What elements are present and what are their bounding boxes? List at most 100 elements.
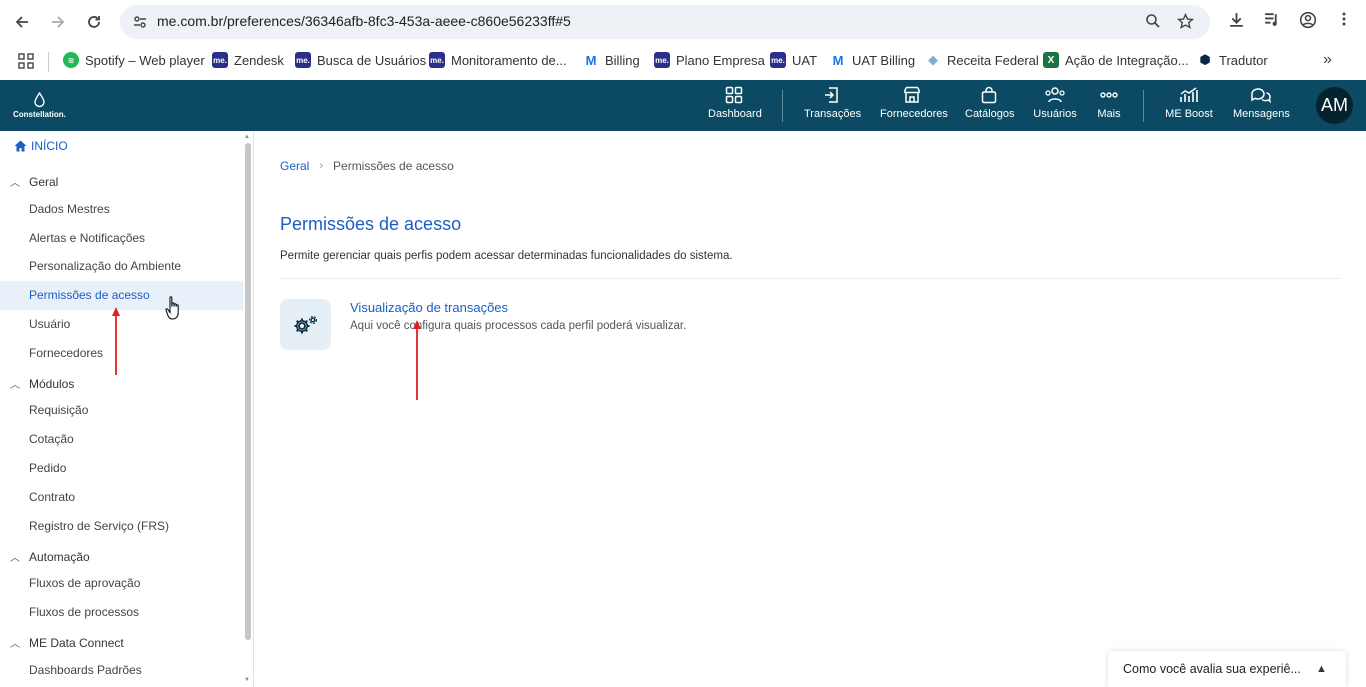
messages-icon: [1251, 88, 1271, 104]
nav-dashboard[interactable]: Dashboard: [708, 86, 762, 126]
back-icon[interactable]: [9, 9, 35, 35]
sidebar-item-contrato[interactable]: Contrato: [0, 483, 243, 512]
nav-transacoes[interactable]: Transações: [804, 86, 861, 126]
bookmark-uat-billing[interactable]: M UAT Billing: [830, 52, 915, 68]
sidebar-section-me-data-connect[interactable]: ︿ ME Data Connect: [10, 635, 124, 651]
bookmark-billing[interactable]: M Billing: [583, 52, 640, 68]
bookmarks-divider: [48, 52, 49, 72]
breadcrumb-current: Permissões de acesso: [333, 159, 454, 173]
card-icon-box[interactable]: [280, 299, 331, 350]
users-icon: [1045, 87, 1065, 103]
scroll-down-arrow[interactable]: ▼: [244, 677, 250, 683]
site-settings-icon[interactable]: [132, 14, 148, 30]
bookmark-star-icon[interactable]: [1177, 13, 1194, 30]
chevron-up-icon: ︿: [10, 639, 20, 650]
sidebar: INÍCIO ︿ Geral Dados Mestres Alertas e N…: [0, 131, 254, 687]
page-title: Permissões de acesso: [280, 214, 462, 234]
bookmark-acao-integracao[interactable]: X Ação de Integração...: [1043, 52, 1189, 68]
sidebar-item-alertas[interactable]: Alertas e Notificações: [0, 224, 243, 253]
catalog-bag-icon: [981, 86, 997, 104]
gears-icon: [294, 315, 317, 333]
zoom-icon[interactable]: [1145, 13, 1161, 29]
m-icon: M: [583, 52, 599, 68]
chevron-up-icon: ︿: [10, 178, 20, 189]
sidebar-item-requisicao[interactable]: Requisição: [0, 396, 243, 425]
annotation-arrow: [112, 307, 120, 375]
bookmark-busca-usuarios[interactable]: me. Busca de Usuários: [295, 52, 426, 68]
media-control-icon[interactable]: [1263, 11, 1280, 28]
me-icon: me.: [429, 52, 445, 68]
nav-mais[interactable]: Mais: [1094, 86, 1124, 126]
nav-divider: [1143, 90, 1144, 122]
chevron-right-icon: ›: [319, 160, 324, 172]
profile-icon[interactable]: [1299, 11, 1317, 29]
bookmark-monitoramento[interactable]: me. Monitoramento de...: [429, 52, 567, 68]
sidebar-item-cotacao[interactable]: Cotação: [0, 425, 243, 454]
card-title-visualizacao[interactable]: Visualização de transações: [350, 300, 508, 315]
nav-mensagens[interactable]: Mensagens: [1233, 86, 1290, 126]
app-header: Constellation. Dashboard Transações Forn…: [0, 80, 1366, 131]
url-text[interactable]: me.com.br/preferences/36346afb-8fc3-453a…: [157, 13, 571, 29]
page-description: Permite gerenciar quais perfis podem ace…: [280, 250, 733, 262]
me-icon: me.: [295, 52, 311, 68]
more-icon: [1100, 92, 1118, 98]
sidebar-home[interactable]: INÍCIO: [14, 139, 68, 153]
home-icon: [14, 140, 27, 152]
chevron-up-icon: ︿: [10, 553, 20, 564]
caret-up-icon[interactable]: ▲: [1316, 663, 1327, 675]
bookmark-tradutor[interactable]: ⬢ Tradutor: [1197, 52, 1268, 68]
dashboard-icon: [725, 86, 743, 104]
me-icon: me.: [654, 52, 670, 68]
sidebar-item-personalizacao[interactable]: Personalização do Ambiente: [0, 252, 243, 281]
content-divider: [280, 278, 1340, 279]
bookmark-zendesk[interactable]: me. Zendesk: [212, 52, 284, 68]
hand-cursor-icon: [165, 296, 179, 320]
nav-divider: [782, 90, 783, 122]
nav-me-boost[interactable]: ME Boost: [1165, 86, 1213, 126]
breadcrumb-geral[interactable]: Geral: [280, 159, 309, 173]
sidebar-item-dados-mestres[interactable]: Dados Mestres: [0, 195, 243, 224]
forward-icon[interactable]: [45, 9, 71, 35]
sidebar-section-geral[interactable]: ︿ Geral: [10, 174, 58, 190]
download-icon[interactable]: [1228, 11, 1245, 28]
me-icon: me.: [212, 52, 228, 68]
m-icon: M: [830, 52, 846, 68]
sidebar-item-pedido[interactable]: Pedido: [0, 454, 243, 483]
apps-grid-icon[interactable]: [18, 53, 34, 69]
sidebar-scrollbar[interactable]: [245, 143, 251, 640]
feedback-text: Como você avalia sua experiê...: [1123, 662, 1301, 676]
more-bookmarks-icon[interactable]: »: [1323, 51, 1332, 69]
nav-usuarios[interactable]: Usuários: [1033, 86, 1077, 126]
sidebar-item-fluxos-aprovacao[interactable]: Fluxos de aprovação: [0, 569, 243, 598]
nav-catalogos[interactable]: Catálogos: [965, 86, 1015, 126]
nav-fornecedores[interactable]: Fornecedores: [880, 86, 948, 126]
tradutor-icon: ⬢: [1197, 52, 1213, 68]
annotation-arrow: [413, 320, 421, 400]
bookmark-plano-empresa[interactable]: me. Plano Empresa: [654, 52, 765, 68]
sidebar-section-automacao[interactable]: ︿ Automação: [10, 549, 90, 565]
transactions-icon: [825, 87, 838, 103]
logo-drop-icon: [34, 92, 45, 108]
sidebar-item-dashboards-padroes[interactable]: Dashboards Padrões: [0, 656, 243, 685]
feedback-widget[interactable]: Como você avalia sua experiê... ▲: [1108, 651, 1346, 687]
me-icon: me.: [770, 52, 786, 68]
constellation-logo[interactable]: Constellation.: [13, 90, 73, 122]
sidebar-item-fluxos-processos[interactable]: Fluxos de processos: [0, 598, 243, 627]
suppliers-icon: [904, 86, 920, 103]
bookmark-spotify[interactable]: ≋ Spotify – Web player: [63, 52, 205, 68]
scroll-up-arrow[interactable]: ▲: [244, 134, 250, 140]
sidebar-item-registro-servico[interactable]: Registro de Serviço (FRS): [0, 512, 243, 541]
boost-chart-icon: [1180, 87, 1198, 102]
breadcrumb: Geral › Permissões de acesso: [280, 159, 454, 173]
bookmark-uat[interactable]: me. UAT: [770, 52, 817, 68]
bookmarks-bar: ≋ Spotify – Web player me. Zendesk me. B…: [0, 44, 1366, 80]
address-bar[interactable]: me.com.br/preferences/36346afb-8fc3-453a…: [120, 5, 1210, 39]
kebab-menu-icon[interactable]: [1336, 11, 1352, 27]
sidebar-section-modulos[interactable]: ︿ Módulos: [10, 376, 74, 392]
browser-toolbar: me.com.br/preferences/36346afb-8fc3-453a…: [0, 0, 1366, 44]
diamond-icon: ◆: [925, 52, 941, 68]
avatar[interactable]: AM: [1316, 87, 1353, 124]
bookmark-receita-federal[interactable]: ◆ Receita Federal: [925, 52, 1039, 68]
reload-icon[interactable]: [81, 9, 107, 35]
chevron-up-icon: ︿: [10, 380, 20, 391]
